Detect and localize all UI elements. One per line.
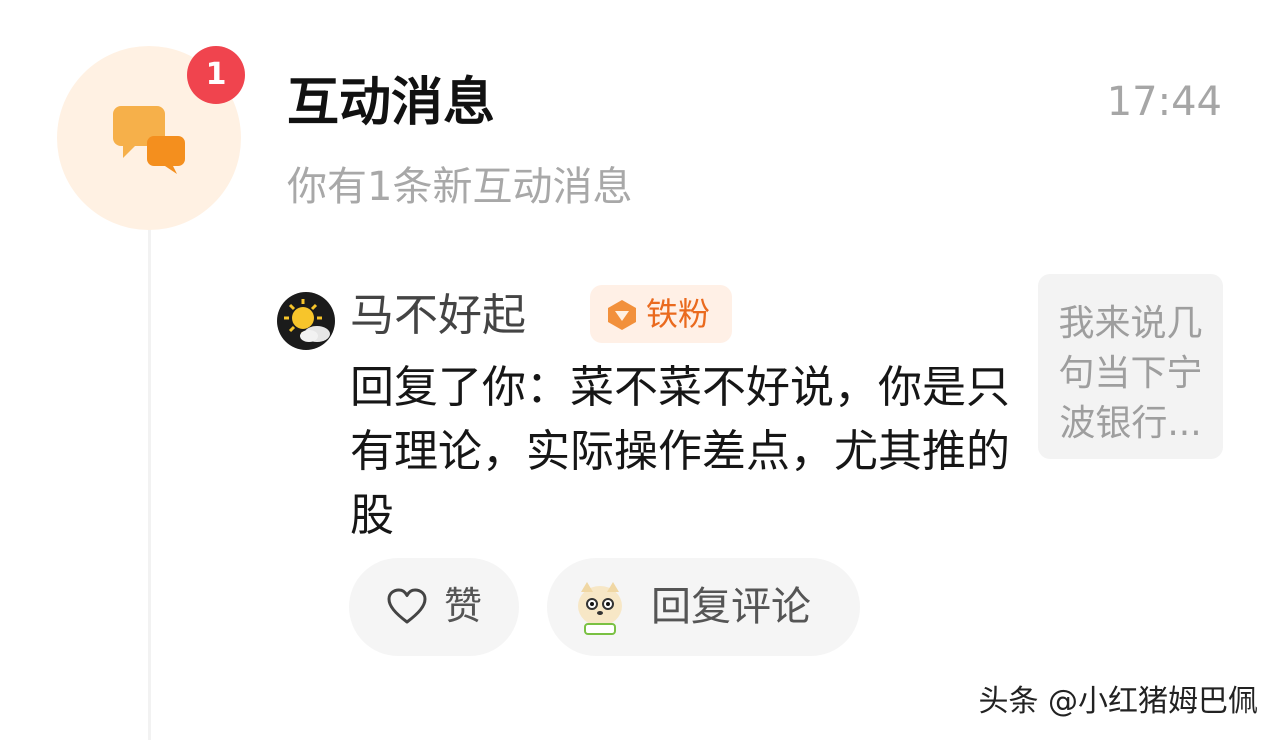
thumbnail-text: 我来说几句当下宁波银行... bbox=[1058, 303, 1203, 444]
reply-comment-label: 回复评论 bbox=[651, 584, 811, 630]
page-title: 互动消息 bbox=[287, 73, 496, 133]
comment-user-name[interactable]: 马不好起 bbox=[350, 288, 526, 344]
fan-badge-label: 铁粉 bbox=[646, 295, 711, 333]
chat-bubbles-icon bbox=[113, 106, 185, 174]
watermark: 头条 @小红猪姆巴佩 bbox=[978, 684, 1258, 719]
notification-subtitle: 你有1条新互动消息 bbox=[287, 164, 633, 210]
unread-badge: 1 bbox=[187, 46, 245, 104]
timestamp: 17:44 bbox=[1106, 79, 1222, 125]
timeline-line bbox=[148, 228, 151, 740]
heart-icon bbox=[387, 588, 427, 624]
like-label: 赞 bbox=[444, 584, 483, 628]
reply-content[interactable]: 回复了你：菜不菜不好说，你是只有理论，实际操作差点，尤其推的股 bbox=[350, 356, 1010, 548]
like-button[interactable]: 赞 bbox=[349, 558, 519, 656]
user-avatar[interactable] bbox=[277, 292, 335, 350]
dog-avatar-icon bbox=[578, 582, 622, 635]
diamond-icon bbox=[608, 300, 636, 330]
fan-badge: 铁粉 bbox=[590, 285, 732, 343]
sun-cloud-icon bbox=[284, 299, 330, 342]
reply-comment-button[interactable]: 回复评论 bbox=[547, 558, 860, 656]
original-post-thumbnail[interactable]: 我来说几句当下宁波银行... bbox=[1038, 274, 1223, 459]
